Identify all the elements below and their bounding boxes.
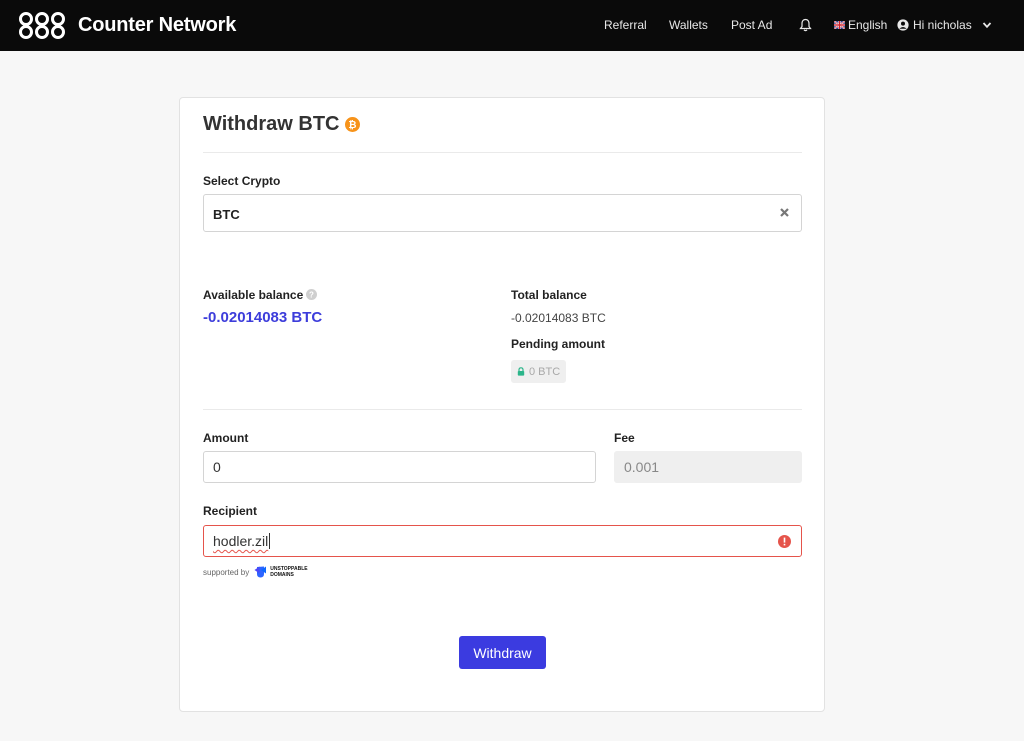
available-balance-value: -0.02014083 BTC (203, 309, 323, 326)
brand-name: Counter Network (78, 14, 237, 36)
bell-icon[interactable] (799, 18, 812, 32)
pending-amount-value: 0 BTC (529, 365, 561, 378)
nav-referral[interactable]: Referral (604, 18, 647, 32)
total-balance-value: -0.02014083 BTC (511, 311, 606, 325)
page-title: Withdraw BTC ₿ (203, 113, 361, 136)
nav-post-ad[interactable]: Post Ad (731, 18, 772, 32)
brand[interactable]: Counter Network (18, 10, 236, 41)
amount-input[interactable] (203, 451, 596, 483)
text-cursor (269, 533, 271, 549)
nav-wallets[interactable]: Wallets (669, 18, 708, 32)
divider (203, 152, 802, 153)
user-greeting: Hi nicholas (913, 18, 972, 32)
recipient-value: hodler.zil (213, 533, 271, 549)
language-label: English (848, 18, 888, 32)
select-crypto-label: Select Crypto (203, 174, 281, 188)
uk-flag-icon (834, 21, 845, 29)
amount-label: Amount (203, 431, 249, 445)
help-icon[interactable]: ? (306, 289, 318, 300)
unstoppable-domains-label: UNSTOPPABLE DOMAINS (270, 566, 308, 578)
crypto-select-value: BTC (213, 207, 240, 222)
recipient-input[interactable]: hodler.zil (203, 525, 802, 557)
error-icon (778, 535, 791, 548)
svg-text:?: ? (309, 291, 314, 300)
clear-icon[interactable] (779, 207, 790, 218)
total-balance-label: Total balance (511, 288, 587, 302)
divider (203, 409, 802, 410)
user-icon (897, 19, 909, 31)
fee-field (614, 451, 802, 483)
fee-label: Fee (614, 431, 635, 445)
lock-icon (517, 367, 525, 376)
navbar: Counter Network Referral Wallets Post Ad… (0, 0, 1024, 51)
withdraw-card: Withdraw BTC ₿ Select Crypto BTC Availab… (179, 97, 825, 712)
crypto-select[interactable]: BTC (203, 194, 802, 232)
available-balance-label: Available balance? (203, 288, 318, 302)
bitcoin-icon: ₿ (345, 117, 361, 132)
chevron-down-icon (982, 22, 991, 29)
user-menu[interactable]: Hi nicholas (897, 18, 992, 32)
language-selector[interactable]: English (834, 18, 887, 32)
supported-by-unstoppable: supported by UNSTOPPABLE DOMAINS (203, 565, 314, 579)
counter-network-logo-icon (19, 12, 65, 39)
unstoppable-domains-logo-icon (254, 566, 267, 578)
recipient-label: Recipient (203, 504, 258, 518)
pending-amount-label: Pending amount (511, 337, 605, 351)
pending-amount-badge: 0 BTC (511, 360, 567, 383)
supported-by-text: supported by (203, 567, 250, 577)
svg-text:₿: ₿ (349, 119, 357, 131)
withdraw-button[interactable]: Withdraw (459, 636, 546, 669)
